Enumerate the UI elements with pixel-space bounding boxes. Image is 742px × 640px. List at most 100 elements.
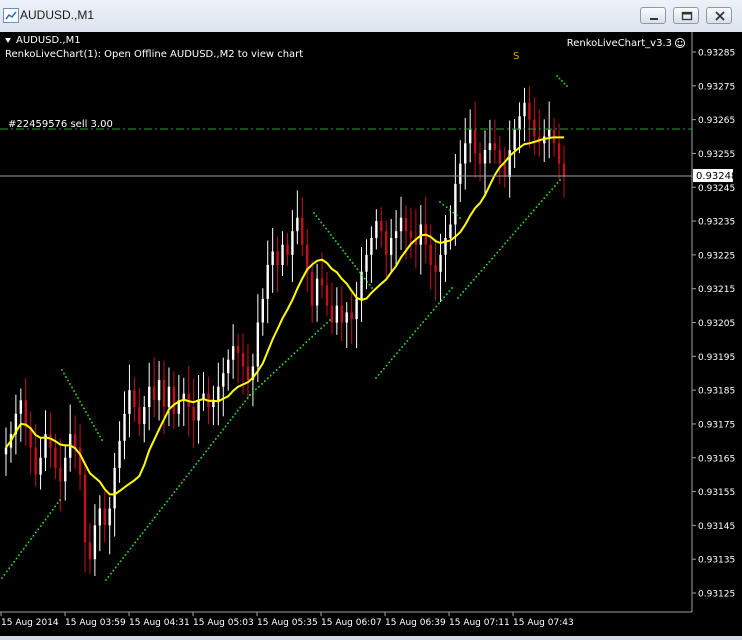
trailing-stop-dot — [546, 194, 548, 196]
trailing-stop-dot — [56, 502, 59, 504]
trailing-stop-dot — [443, 296, 445, 299]
candle-body — [192, 407, 195, 421]
candle-body — [24, 400, 27, 428]
trailing-stop-dot — [438, 302, 440, 305]
smiley-icon[interactable] — [675, 38, 685, 48]
trailing-stop-dot — [287, 358, 290, 360]
collapse-arrow-icon[interactable] — [5, 38, 11, 43]
candle-body — [562, 163, 566, 178]
trailing-stop-dot — [351, 262, 354, 264]
candle-body — [375, 221, 378, 238]
trailing-stop-dot — [161, 507, 163, 509]
price-axis-label: 0.93185 — [698, 387, 735, 397]
chart-area[interactable]: 0.93285 0.93275 0.93265 0.93255 0.93245 0.932… — [0, 32, 742, 636]
trailing-stop-dot — [87, 414, 89, 417]
trailing-stop-dot — [302, 344, 305, 346]
trailing-stop-dot — [356, 268, 359, 270]
candle-body — [148, 386, 151, 408]
trailing-stop-dot — [330, 234, 332, 236]
trailing-stop-dot — [329, 319, 331, 321]
trailing-stop-dot — [363, 277, 366, 280]
trailing-stop-dot — [390, 358, 393, 361]
trailing-stop-dot — [393, 355, 396, 358]
candle-body — [83, 474, 87, 543]
candle-body — [19, 400, 23, 414]
price-axis[interactable]: 0.93285 0.93275 0.93265 0.93255 0.93245 0.932… — [692, 49, 735, 600]
trailing-stop-dot — [566, 85, 568, 87]
price-chart[interactable]: 0.93285 0.93275 0.93265 0.93255 0.93245 0.932… — [0, 32, 742, 636]
trailing-stop-dot — [32, 535, 35, 537]
trailing-stop-dot — [65, 376, 67, 378]
candle-body — [380, 221, 383, 232]
trailing-stop-dot — [342, 249, 344, 252]
trailing-stop-dot — [183, 478, 185, 481]
trailing-stop-dot — [472, 279, 475, 281]
trailing-stop-dot — [396, 352, 398, 354]
candle-body — [404, 217, 408, 232]
trailing-stop-dot — [35, 531, 37, 534]
trailing-stop-dot — [166, 500, 168, 503]
trailing-stop-dot — [561, 80, 563, 82]
candle-body — [547, 129, 551, 137]
price-axis-label: 0.93255 — [698, 150, 735, 160]
trailing-stop-dot — [315, 215, 318, 217]
trailing-stop-dot — [368, 284, 371, 286]
price-axis-label: 0.93125 — [698, 590, 735, 600]
trailing-stop-dot — [42, 522, 44, 524]
candle-body — [335, 305, 339, 323]
price-axis-label: 0.93155 — [698, 488, 735, 498]
trailing-stop-dot — [185, 475, 188, 478]
trailing-stop-dot — [63, 372, 65, 375]
trailing-stop-dot — [377, 374, 380, 376]
candle-body — [261, 298, 264, 323]
trailing-stop-dot — [171, 494, 173, 497]
trailing-stop-dot — [246, 397, 249, 399]
candle-body — [78, 447, 82, 475]
trailing-stop-dot — [305, 341, 308, 343]
trailing-stop-dot — [430, 312, 432, 314]
trailing-stop-dot — [27, 541, 30, 544]
trailing-stop-dot — [488, 260, 491, 263]
candle-body — [439, 254, 442, 272]
chart-window-icon — [3, 8, 19, 23]
maximize-button[interactable] — [673, 7, 699, 24]
trailing-stop-dot — [525, 218, 527, 221]
trailing-stop-dot — [480, 270, 483, 272]
trailing-stop-dot — [18, 554, 20, 557]
trailing-stop-dot — [527, 215, 530, 218]
trailing-stop-dot — [207, 447, 210, 450]
trailing-stop-dot — [202, 453, 205, 456]
candle-body — [533, 119, 536, 137]
candle-body — [557, 143, 561, 164]
trailing-stop-dot — [281, 363, 284, 366]
trailing-stop-dot — [467, 285, 470, 287]
candle-body — [162, 379, 166, 408]
order-label[interactable]: #22459576 sell 3.00 — [8, 119, 113, 130]
trailing-stop-dot — [154, 516, 156, 519]
candle-body — [241, 352, 245, 367]
candle-body — [217, 386, 220, 401]
candle-body — [523, 102, 526, 117]
window-titlebar[interactable]: AUDUSD.,M1 — [0, 0, 742, 33]
time-axis-label: 15 Aug 07:43 — [513, 618, 574, 628]
trailing-stop-dot — [465, 288, 467, 290]
trailing-stop-dot — [224, 425, 227, 428]
price-axis-label: 0.93285 — [698, 49, 735, 59]
trailing-stop-dot — [244, 400, 246, 403]
candle-body — [350, 312, 353, 320]
candle-body — [138, 407, 141, 424]
trailing-stop-dot — [71, 386, 73, 389]
time-axis[interactable]: 15 Aug 2014 15 Aug 03:59 15 Aug 04:31 15 Au… — [0, 612, 574, 628]
minimize-button[interactable] — [640, 7, 666, 24]
candle-body — [172, 386, 176, 414]
candle-body — [59, 467, 62, 482]
trailing-stop-dot — [105, 579, 107, 581]
indicator-label: RenkoLiveChart(1): Open Offline AUDUSD.,… — [5, 49, 303, 60]
trailing-stop-dot — [73, 390, 75, 392]
close-button[interactable] — [706, 7, 732, 24]
candle-body — [73, 434, 77, 448]
candle-body — [236, 346, 240, 353]
candle-body — [231, 346, 235, 360]
trailing-stop-dot — [190, 469, 193, 472]
trailing-stop-dot — [455, 214, 458, 217]
